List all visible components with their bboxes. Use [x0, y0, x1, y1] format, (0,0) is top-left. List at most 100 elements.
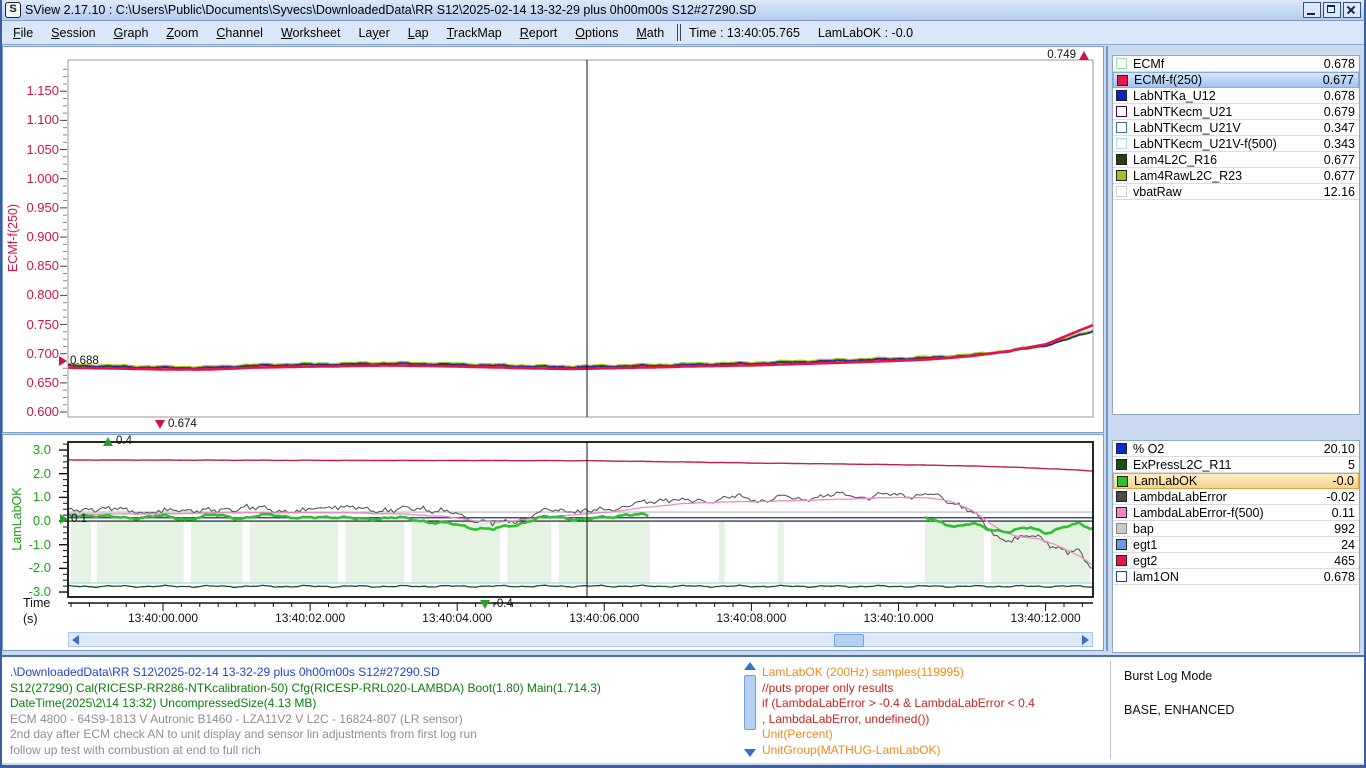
window-controls	[1303, 2, 1361, 18]
top-channel-list[interactable]: ECMf0.678ECMf-f(250)0.677LabNTKa_U120.67…	[1112, 55, 1360, 415]
channel-row[interactable]: ExPressL2C_R115	[1113, 457, 1359, 473]
channel-color-swatch	[1116, 106, 1127, 117]
y-tick-label: 2.0	[5, 466, 51, 481]
channel-row[interactable]: % O220.10	[1113, 441, 1359, 457]
burst-log-mode-value: BASE, ENHANCED	[1124, 703, 1234, 717]
scrollbar-thumb[interactable]	[744, 675, 756, 730]
channel-name: LabNTKecm_U21V-f(500)	[1133, 137, 1324, 151]
channel-row[interactable]: LambdaLabError-0.02	[1113, 489, 1359, 505]
scroll-right-arrow-icon[interactable]	[1082, 635, 1089, 645]
y-tick-label: 0.950	[7, 200, 59, 215]
channel-row[interactable]: egt124	[1113, 537, 1359, 553]
channel-name: % O2	[1133, 442, 1324, 456]
channel-name: LabNTKecm_U21V	[1133, 121, 1324, 135]
channel-name: vbatRaw	[1133, 185, 1324, 199]
channel-color-swatch	[1117, 75, 1128, 86]
y-tick-label: 0.750	[7, 317, 59, 332]
title-bar[interactable]: S SView 2.17.10 : C:\Users\Public\Docume…	[2, 0, 1364, 21]
channel-color-swatch	[1116, 122, 1127, 133]
math-info-line: Unit(Percent)	[762, 727, 833, 743]
channel-value: -0.0	[1332, 474, 1354, 488]
channel-row[interactable]: bap992	[1113, 521, 1359, 537]
channel-row[interactable]: ECMf0.678	[1113, 56, 1359, 72]
status-channel-value: LamLabOK : -0.0	[818, 26, 913, 40]
valid-data-band	[345, 521, 404, 583]
y-tick-label: -3.0	[5, 584, 51, 599]
y-tick-label: 0.800	[7, 287, 59, 302]
math-info-line: //puts proper only results	[762, 681, 893, 697]
menu-item-channel[interactable]: Channel	[207, 23, 272, 43]
menu-item-session[interactable]: Session	[42, 23, 104, 43]
series-lam4l2c-r16	[68, 332, 1093, 369]
channel-name: ECMf-f(250)	[1134, 73, 1323, 87]
scroll-up-arrow-icon[interactable]	[744, 662, 756, 670]
channel-row[interactable]: LabNTKa_U120.678	[1113, 88, 1359, 104]
log-info-line: .\DownloadedData\RR S12\2025-02-14 13-32…	[10, 665, 440, 681]
channel-row[interactable]: LabNTKecm_U210.679	[1113, 104, 1359, 120]
channel-row[interactable]: lam1ON0.678	[1113, 569, 1359, 585]
min-down-triangle-icon	[480, 600, 490, 609]
maximize-button[interactable]	[1323, 2, 1341, 18]
scroll-down-arrow-icon[interactable]	[744, 749, 756, 757]
menu-item-report[interactable]: Report	[511, 23, 567, 43]
y-tick-label: 1.050	[7, 142, 59, 157]
channel-color-swatch	[1116, 507, 1127, 518]
channel-name: bap	[1133, 522, 1334, 536]
channel-row[interactable]: LabNTKecm_U21V-f(500)0.343	[1113, 136, 1359, 152]
channel-value: 992	[1334, 522, 1355, 536]
valid-data-band	[719, 521, 725, 583]
series--o2	[68, 460, 1093, 471]
menu-bar: FileSessionGraphZoomChannelWorksheetLaye…	[2, 21, 1364, 45]
bottom-channel-list[interactable]: % O220.10ExPressL2C_R115LamLabOK-0.0Lamb…	[1112, 440, 1360, 653]
channel-row[interactable]: LamLabOK-0.0	[1113, 473, 1359, 489]
menu-item-graph[interactable]: Graph	[105, 23, 158, 43]
y-tick-label: -1.0	[5, 537, 51, 552]
y-tick-label: 0.850	[7, 258, 59, 273]
menu-item-trackmap[interactable]: TrackMap	[438, 23, 511, 43]
cursor-right-triangle-icon	[59, 356, 67, 366]
menu-item-lap[interactable]: Lap	[399, 23, 438, 43]
scroll-left-arrow-icon[interactable]	[72, 635, 79, 645]
close-button[interactable]	[1343, 2, 1361, 18]
channel-row[interactable]: Lam4RawL2C_R230.677	[1113, 168, 1359, 184]
time-scrollbar[interactable]	[68, 632, 1093, 647]
channel-row[interactable]: egt2465	[1113, 553, 1359, 569]
valid-data-band	[925, 521, 984, 583]
window-title: SView 2.17.10 : C:\Users\Public\Document…	[25, 3, 756, 17]
time-axis-unit: (s)	[23, 612, 38, 626]
series-ecmf-f-250-	[68, 325, 1093, 370]
y-tick-label: 0.650	[7, 375, 59, 390]
menu-item-worksheet[interactable]: Worksheet	[272, 23, 350, 43]
menu-item-zoom[interactable]: Zoom	[157, 23, 207, 43]
channel-row[interactable]: LambdaLabError-f(500)0.11	[1113, 505, 1359, 521]
valid-data-band	[97, 521, 184, 583]
channel-name: lam1ON	[1133, 570, 1324, 584]
series-lam4rawl2c-r23	[68, 330, 1093, 368]
log-info-line: follow up test with combustion at end to…	[10, 743, 261, 759]
channel-color-swatch	[1116, 555, 1127, 566]
math-info-scrollbar[interactable]	[744, 662, 757, 757]
info-divider	[1110, 661, 1111, 759]
scrollbar-thumb[interactable]	[834, 634, 864, 647]
y-tick-label: 0.900	[7, 229, 59, 244]
channel-row[interactable]: vbatRaw12.16	[1113, 184, 1359, 200]
y-tick-label: 0.0	[5, 513, 51, 528]
channel-value: 0.11	[1332, 506, 1355, 520]
channel-value: 465	[1334, 554, 1355, 568]
channel-name: LambdaLabError	[1133, 490, 1327, 504]
menu-item-layer[interactable]: Layer	[349, 23, 398, 43]
menu-item-file[interactable]: File	[4, 23, 42, 43]
menu-item-math[interactable]: Math	[627, 23, 673, 43]
top-chart-panel[interactable]: ECMf-f(250) 0.749 0.688 0.674 1.1501.100…	[2, 46, 1104, 433]
channel-row[interactable]: LabNTKecm_U21V0.347	[1113, 120, 1359, 136]
channel-value: -0.02	[1327, 490, 1356, 504]
channel-row[interactable]: ECMf-f(250)0.677	[1113, 72, 1359, 88]
channel-row[interactable]: Lam4L2C_R160.677	[1113, 152, 1359, 168]
channel-value: 24	[1341, 538, 1355, 552]
math-info-line: if (LambdaLabError > -0.4 & LambdaLabErr…	[762, 696, 1035, 712]
bottom-chart-panel[interactable]: LamLabOK 0.4 0.1 -0.4 Time (s) 3.02.01.0…	[2, 434, 1104, 651]
minimize-button[interactable]	[1303, 2, 1321, 18]
top-chart-max-marker: 0.749	[1047, 49, 1089, 61]
menu-item-options[interactable]: Options	[566, 23, 627, 43]
y-tick-label: 1.100	[7, 112, 59, 127]
